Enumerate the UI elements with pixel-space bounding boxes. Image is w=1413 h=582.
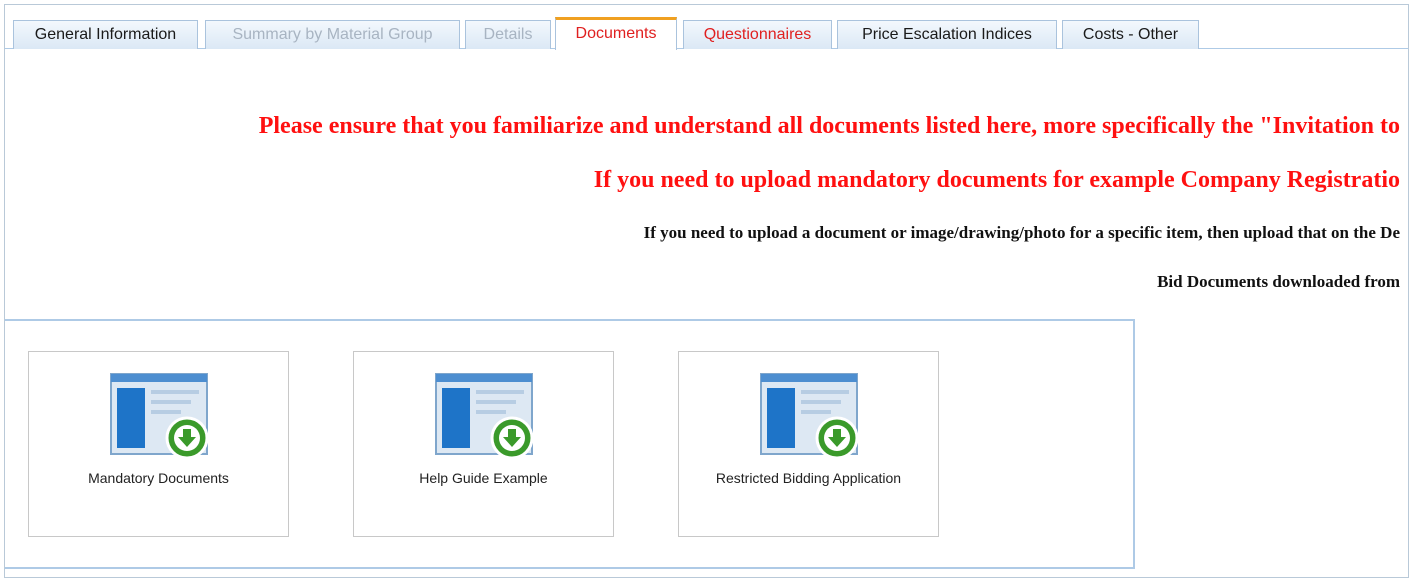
tab-documents[interactable]: Documents [555, 17, 677, 50]
document-tile-restricted-bidding-application[interactable]: Restricted Bidding Application [678, 351, 939, 537]
download-document-icon [760, 373, 859, 460]
document-tile-help-guide-example[interactable]: Help Guide Example [353, 351, 614, 537]
notice-bid-documents: Bid Documents downloaded from [1157, 272, 1400, 291]
tab-questionnaires[interactable]: Questionnaires [683, 20, 832, 49]
document-label: Mandatory Documents [88, 470, 229, 486]
notice-upload-mandatory-documents: If you need to upload mandatory document… [593, 167, 1400, 193]
download-document-icon [435, 373, 534, 460]
document-tile-mandatory-documents[interactable]: Mandatory Documents [28, 351, 289, 537]
tab-details[interactable]: Details [465, 20, 551, 49]
notice-upload-item-documents: If you need to upload a document or imag… [643, 223, 1400, 242]
tab-costs-other[interactable]: Costs - Other [1062, 20, 1199, 49]
download-document-icon [110, 373, 209, 460]
document-label: Restricted Bidding Application [715, 470, 902, 486]
tab-strip: General Information Summary by Material … [5, 17, 1408, 50]
tab-general-information[interactable]: General Information [13, 20, 198, 49]
tab-summary-by-material-group[interactable]: Summary by Material Group [205, 20, 460, 49]
documents-page: General Information Summary by Material … [4, 4, 1409, 578]
notice-familiarize-documents: Please ensure that you familiarize and u… [258, 113, 1400, 139]
document-label: Help Guide Example [419, 470, 548, 486]
tab-price-escalation-indices[interactable]: Price Escalation Indices [837, 20, 1057, 49]
